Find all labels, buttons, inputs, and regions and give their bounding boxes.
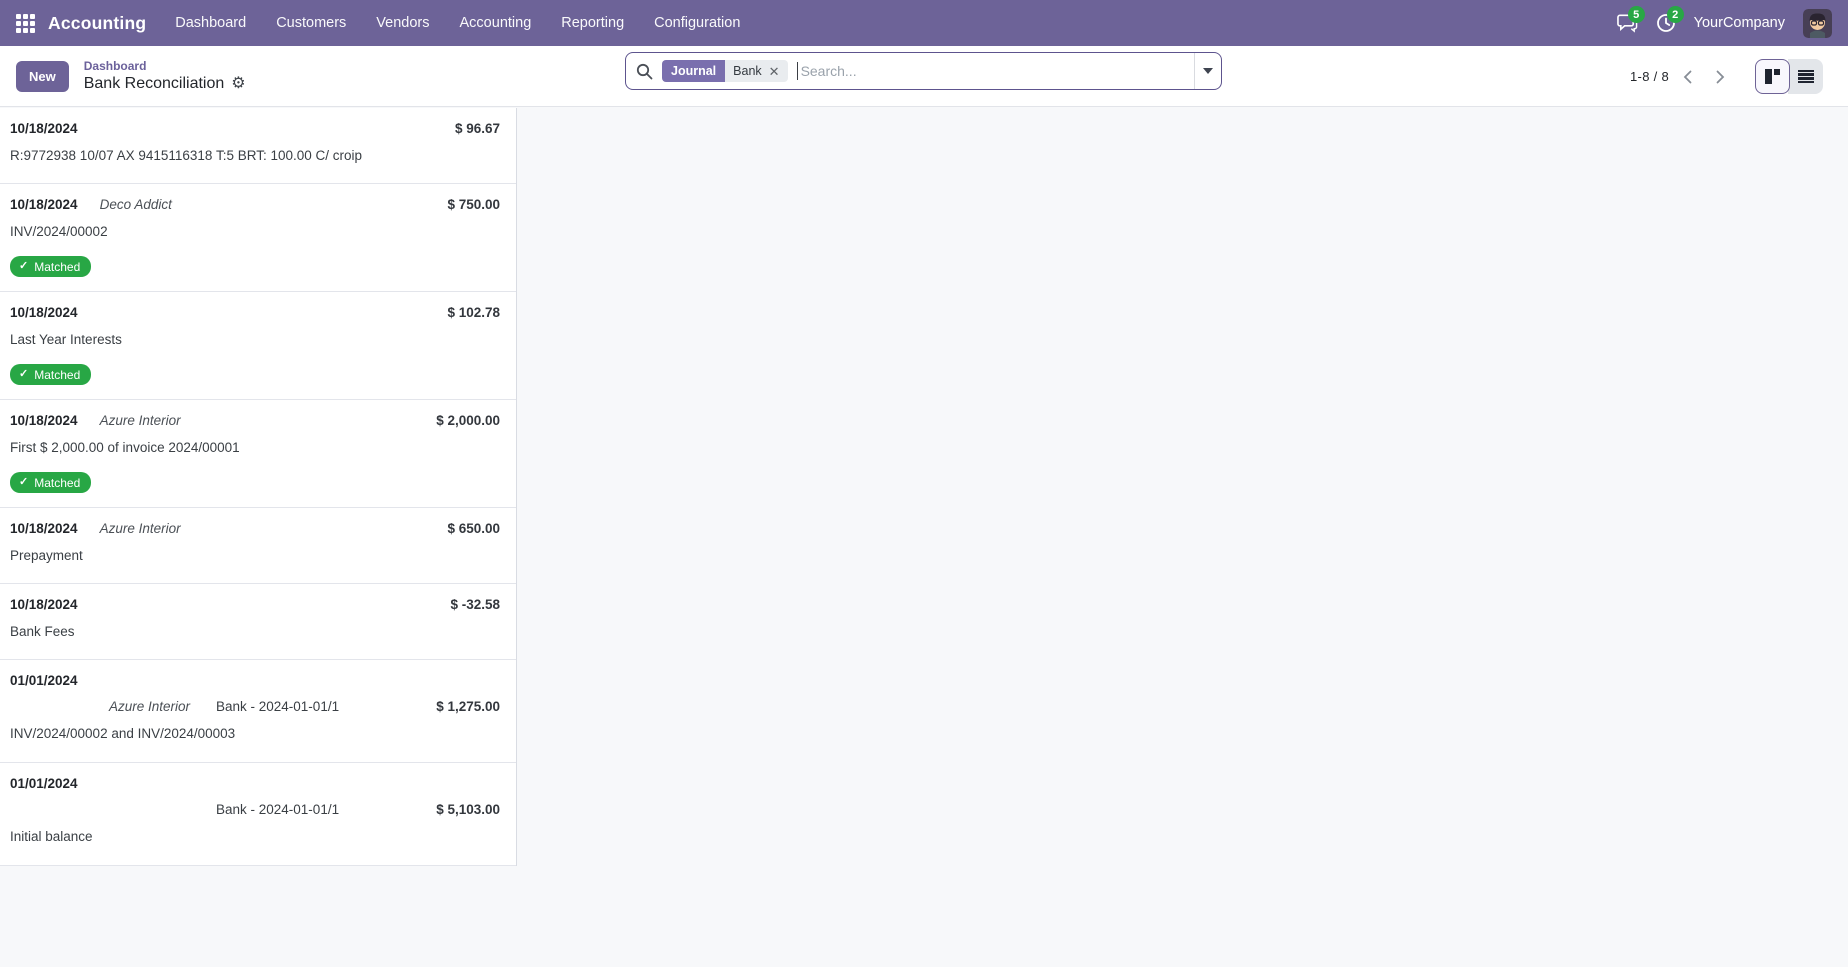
transaction-card[interactable]: 10/18/2024 $ 102.78 Last Year Interests … (0, 292, 516, 400)
activities-count-badge: 2 (1666, 6, 1684, 23)
facet-value: Bank (733, 64, 762, 78)
transaction-date: 10/18/2024 (10, 305, 78, 320)
statement-name: Bank - 2024-01-01/1 (216, 802, 340, 817)
messages-count-badge: 5 (1627, 6, 1645, 23)
transaction-amount: $ 750.00 (447, 197, 500, 212)
check-icon: ✓ (19, 368, 29, 380)
transaction-date: 01/01/2024 (10, 776, 78, 791)
breadcrumb: Dashboard Bank Reconciliation ⚙ (84, 59, 246, 94)
transaction-date: 01/01/2024 (10, 673, 78, 688)
transaction-card[interactable]: 10/18/2024 Azure Interior $ 650.00 Prepa… (0, 508, 516, 584)
activities-button[interactable]: 2 (1656, 6, 1684, 33)
messages-button[interactable]: 5 (1616, 6, 1645, 33)
transaction-amount: $ 650.00 (447, 521, 500, 536)
transaction-card[interactable]: 10/18/2024 $ 96.67 R:9772938 10/07 AX 94… (0, 108, 516, 184)
top-navbar: Accounting Dashboard Customers Vendors A… (0, 0, 1848, 46)
check-icon: ✓ (19, 260, 29, 272)
check-icon: ✓ (19, 476, 29, 488)
main-menu: Dashboard Customers Vendors Accounting R… (160, 0, 755, 46)
chevron-left-icon (1683, 70, 1692, 83)
view-switcher (1755, 59, 1823, 94)
pager-next-button[interactable] (1706, 64, 1735, 90)
transaction-list: 10/18/2024 $ 96.67 R:9772938 10/07 AX 94… (0, 108, 517, 866)
transaction-amount: $ -32.58 (450, 597, 500, 612)
main-content: 10/18/2024 $ 96.67 R:9772938 10/07 AX 94… (0, 108, 1848, 967)
menu-item-customers[interactable]: Customers (261, 0, 361, 46)
transaction-date: 10/18/2024 (10, 121, 78, 136)
menu-item-reporting[interactable]: Reporting (546, 0, 639, 46)
user-avatar[interactable] (1803, 8, 1832, 38)
transaction-label: INV/2024/00002 (10, 224, 108, 239)
search-options-toggle[interactable] (1194, 53, 1221, 89)
facet-category: Journal (662, 60, 726, 82)
search-icon (636, 63, 653, 80)
transaction-partner: Deco Addict (99, 197, 172, 212)
facet-remove-icon[interactable]: ✕ (769, 65, 780, 78)
menu-item-vendors[interactable]: Vendors (361, 0, 444, 46)
transaction-date: 10/18/2024 (10, 521, 78, 536)
kanban-view-button[interactable] (1755, 59, 1790, 94)
new-button[interactable]: New (16, 60, 69, 92)
transaction-amount: $ 96.67 (454, 121, 500, 136)
page-title: Bank Reconciliation (83, 74, 225, 92)
list-view-icon (1797, 69, 1814, 84)
search-input[interactable]: Search... (801, 63, 1194, 79)
breadcrumb-dashboard-link[interactable]: Dashboard (84, 59, 246, 74)
kanban-view-icon (1764, 69, 1781, 84)
app-brand[interactable]: Accounting (48, 13, 146, 34)
transaction-card[interactable]: 10/18/2024 Deco Addict $ 750.00 INV/2024… (0, 184, 516, 292)
apps-menu-icon[interactable] (16, 13, 35, 33)
transaction-partner: Azure Interior (99, 521, 181, 536)
transaction-label: First $ 2,000.00 of invoice 2024/00001 (10, 440, 240, 455)
transaction-date: 10/18/2024 (10, 197, 78, 212)
text-cursor (796, 62, 798, 80)
pager-range: 1-8 / 8 (1630, 69, 1669, 84)
control-panel: New Dashboard Bank Reconciliation ⚙ Jour… (0, 46, 1848, 107)
transaction-partner: Azure Interior (99, 413, 181, 428)
menu-item-accounting[interactable]: Accounting (445, 0, 547, 46)
transaction-card[interactable]: 10/18/2024 Azure Interior $ 2,000.00 Fir… (0, 400, 516, 508)
company-switcher[interactable]: YourCompany (1694, 15, 1785, 31)
transaction-amount: $ 102.78 (447, 305, 500, 320)
transaction-amount: $ 1,275.00 (436, 699, 500, 714)
transaction-date: 10/18/2024 (10, 597, 78, 612)
search-facet: Journal Bank ✕ (662, 60, 788, 82)
statement-name: Bank - 2024-01-01/1 (216, 699, 340, 714)
transaction-card[interactable]: 01/01/2024 Bank - 2024-01-01/1 $ 5,103.0… (0, 763, 516, 866)
menu-item-configuration[interactable]: Configuration (639, 0, 755, 46)
list-view-button[interactable] (1788, 59, 1823, 94)
transaction-label: R:9772938 10/07 AX 9415116318 T:5 BRT: 1… (10, 148, 363, 163)
menu-item-dashboard[interactable]: Dashboard (160, 0, 261, 46)
matched-badge-label: Matched (34, 475, 81, 490)
transaction-amount: $ 2,000.00 (436, 413, 500, 428)
matched-badge-label: Matched (34, 259, 81, 274)
transaction-label: Last Year Interests (10, 332, 122, 347)
transaction-label: Bank Fees (10, 624, 75, 639)
chevron-down-icon (1203, 68, 1213, 74)
transaction-card[interactable]: 10/18/2024 $ -32.58 Bank Fees (0, 584, 516, 660)
transaction-label: Initial balance (10, 829, 93, 844)
matched-badge: ✓ Matched (10, 364, 92, 385)
transaction-card[interactable]: 01/01/2024 Azure Interior Bank - 2024-01… (0, 660, 516, 763)
pager-previous-button[interactable] (1673, 64, 1702, 90)
chevron-right-icon (1716, 70, 1725, 83)
matched-badge: ✓ Matched (10, 256, 92, 277)
matched-badge: ✓ Matched (10, 472, 92, 493)
transaction-label: INV/2024/00002 and INV/2024/00003 (10, 726, 236, 741)
transaction-label: Prepayment (10, 548, 83, 563)
transaction-amount: $ 5,103.00 (436, 802, 500, 817)
search-bar[interactable]: Journal Bank ✕ Search... (625, 52, 1222, 90)
matched-badge-label: Matched (34, 367, 81, 382)
transaction-partner: Azure Interior (108, 699, 190, 714)
transaction-date: 10/18/2024 (10, 413, 78, 428)
gear-icon[interactable]: ⚙ (231, 75, 245, 92)
